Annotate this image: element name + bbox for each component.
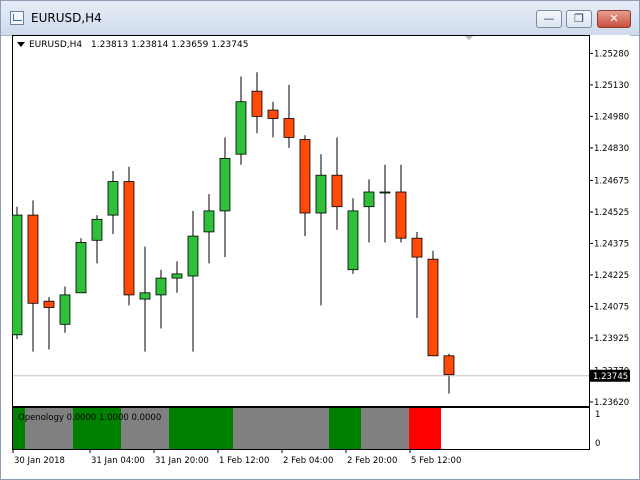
candle-bear <box>267 109 279 119</box>
candle-bull <box>315 174 327 214</box>
candle-bull <box>171 273 183 279</box>
candle-bear <box>395 191 407 239</box>
minimize-button[interactable]: — <box>536 10 562 28</box>
time-axis: 30 Jan 2018 31 Jan 04:00 31 Jan 20:00 1 Feb… <box>12 449 461 466</box>
price-label: 1.24375 <box>594 239 629 249</box>
candle-bear <box>43 300 55 308</box>
chart-symbol: EURUSD,H4 <box>29 40 82 50</box>
indicator-axis-max: 1 <box>595 410 600 420</box>
candle-bull <box>59 294 71 325</box>
time-label: 2 Feb 04:00 <box>283 456 333 466</box>
price-label: 1.24225 <box>594 271 629 281</box>
candle-bear <box>251 90 263 117</box>
close-icon: ✕ <box>609 12 619 25</box>
time-label: 31 Jan 04:00 <box>91 456 145 466</box>
candle-bear <box>411 237 423 258</box>
candle-bull <box>379 191 391 194</box>
candlestick-chart[interactable]: 1.25280 1.25130 1.24980 1.24830 1.24675 1.245… <box>11 35 630 473</box>
candle-bear <box>123 181 135 296</box>
candle-bear <box>283 118 295 138</box>
indicator-segment-green <box>169 408 233 449</box>
window-title: EURUSD,H4 <box>31 11 102 25</box>
minimize-icon: — <box>543 12 555 25</box>
candle-bull <box>235 101 247 155</box>
candle-bull <box>75 241 87 294</box>
candle-bull <box>347 210 359 271</box>
candle-bull <box>187 235 199 277</box>
indicator-segment-gray <box>361 408 409 449</box>
indicator-label: Openology 0.0000 1.0000 0.0000 <box>18 413 161 423</box>
candle-bull <box>155 277 167 296</box>
candle-bull <box>203 210 215 233</box>
candle-bull <box>91 218 103 241</box>
price-label: 1.24830 <box>594 144 629 154</box>
current-price-label: 1.23745 <box>593 372 628 382</box>
candle-bear <box>299 139 311 214</box>
price-label: 1.24075 <box>594 302 629 312</box>
price-label: 1.23620 <box>594 398 629 408</box>
candle-bull <box>363 191 375 208</box>
candle-bear <box>427 258 439 357</box>
price-label: 1.24675 <box>594 176 629 186</box>
restore-icon: ❐ <box>574 12 584 25</box>
time-label: 31 Jan 20:00 <box>155 456 209 466</box>
chart-window: EURUSD,H4 — ❐ ✕ 1.25280 1.25130 1.24980 1.2… <box>0 0 640 480</box>
indicator-axis-min: 0 <box>595 439 600 449</box>
indicator-segment-red <box>409 408 441 449</box>
candle-bull <box>107 181 119 216</box>
time-label: 30 Jan 2018 <box>14 456 65 466</box>
title-bar[interactable]: EURUSD,H4 — ❐ ✕ <box>1 1 639 36</box>
candle-bear <box>331 174 343 208</box>
chart-ohlc: 1.23813 1.23814 1.23659 1.23745 <box>91 40 248 50</box>
indicator-segment-green <box>329 408 361 449</box>
time-label: 1 Feb 12:00 <box>219 456 269 466</box>
price-label: 1.25130 <box>594 81 629 91</box>
candle-bear <box>443 355 455 376</box>
candle-bear <box>27 214 39 304</box>
time-label: 5 Feb 12:00 <box>411 456 461 466</box>
price-label: 1.24525 <box>594 208 629 218</box>
chart-area[interactable]: 1.25280 1.25130 1.24980 1.24830 1.24675 1.245… <box>11 35 630 473</box>
candle-bull <box>219 158 231 212</box>
price-label: 1.23925 <box>594 334 629 344</box>
price-label: 1.24980 <box>594 112 629 122</box>
candle-bull <box>11 214 23 336</box>
chart-window-icon <box>10 11 24 25</box>
time-label: 2 Feb 20:00 <box>347 456 397 466</box>
indicator-segment-gray <box>233 408 329 449</box>
restore-button[interactable]: ❐ <box>566 10 592 28</box>
close-button[interactable]: ✕ <box>597 10 631 28</box>
candle-bull <box>139 292 151 300</box>
price-label: 1.25280 <box>594 49 629 59</box>
